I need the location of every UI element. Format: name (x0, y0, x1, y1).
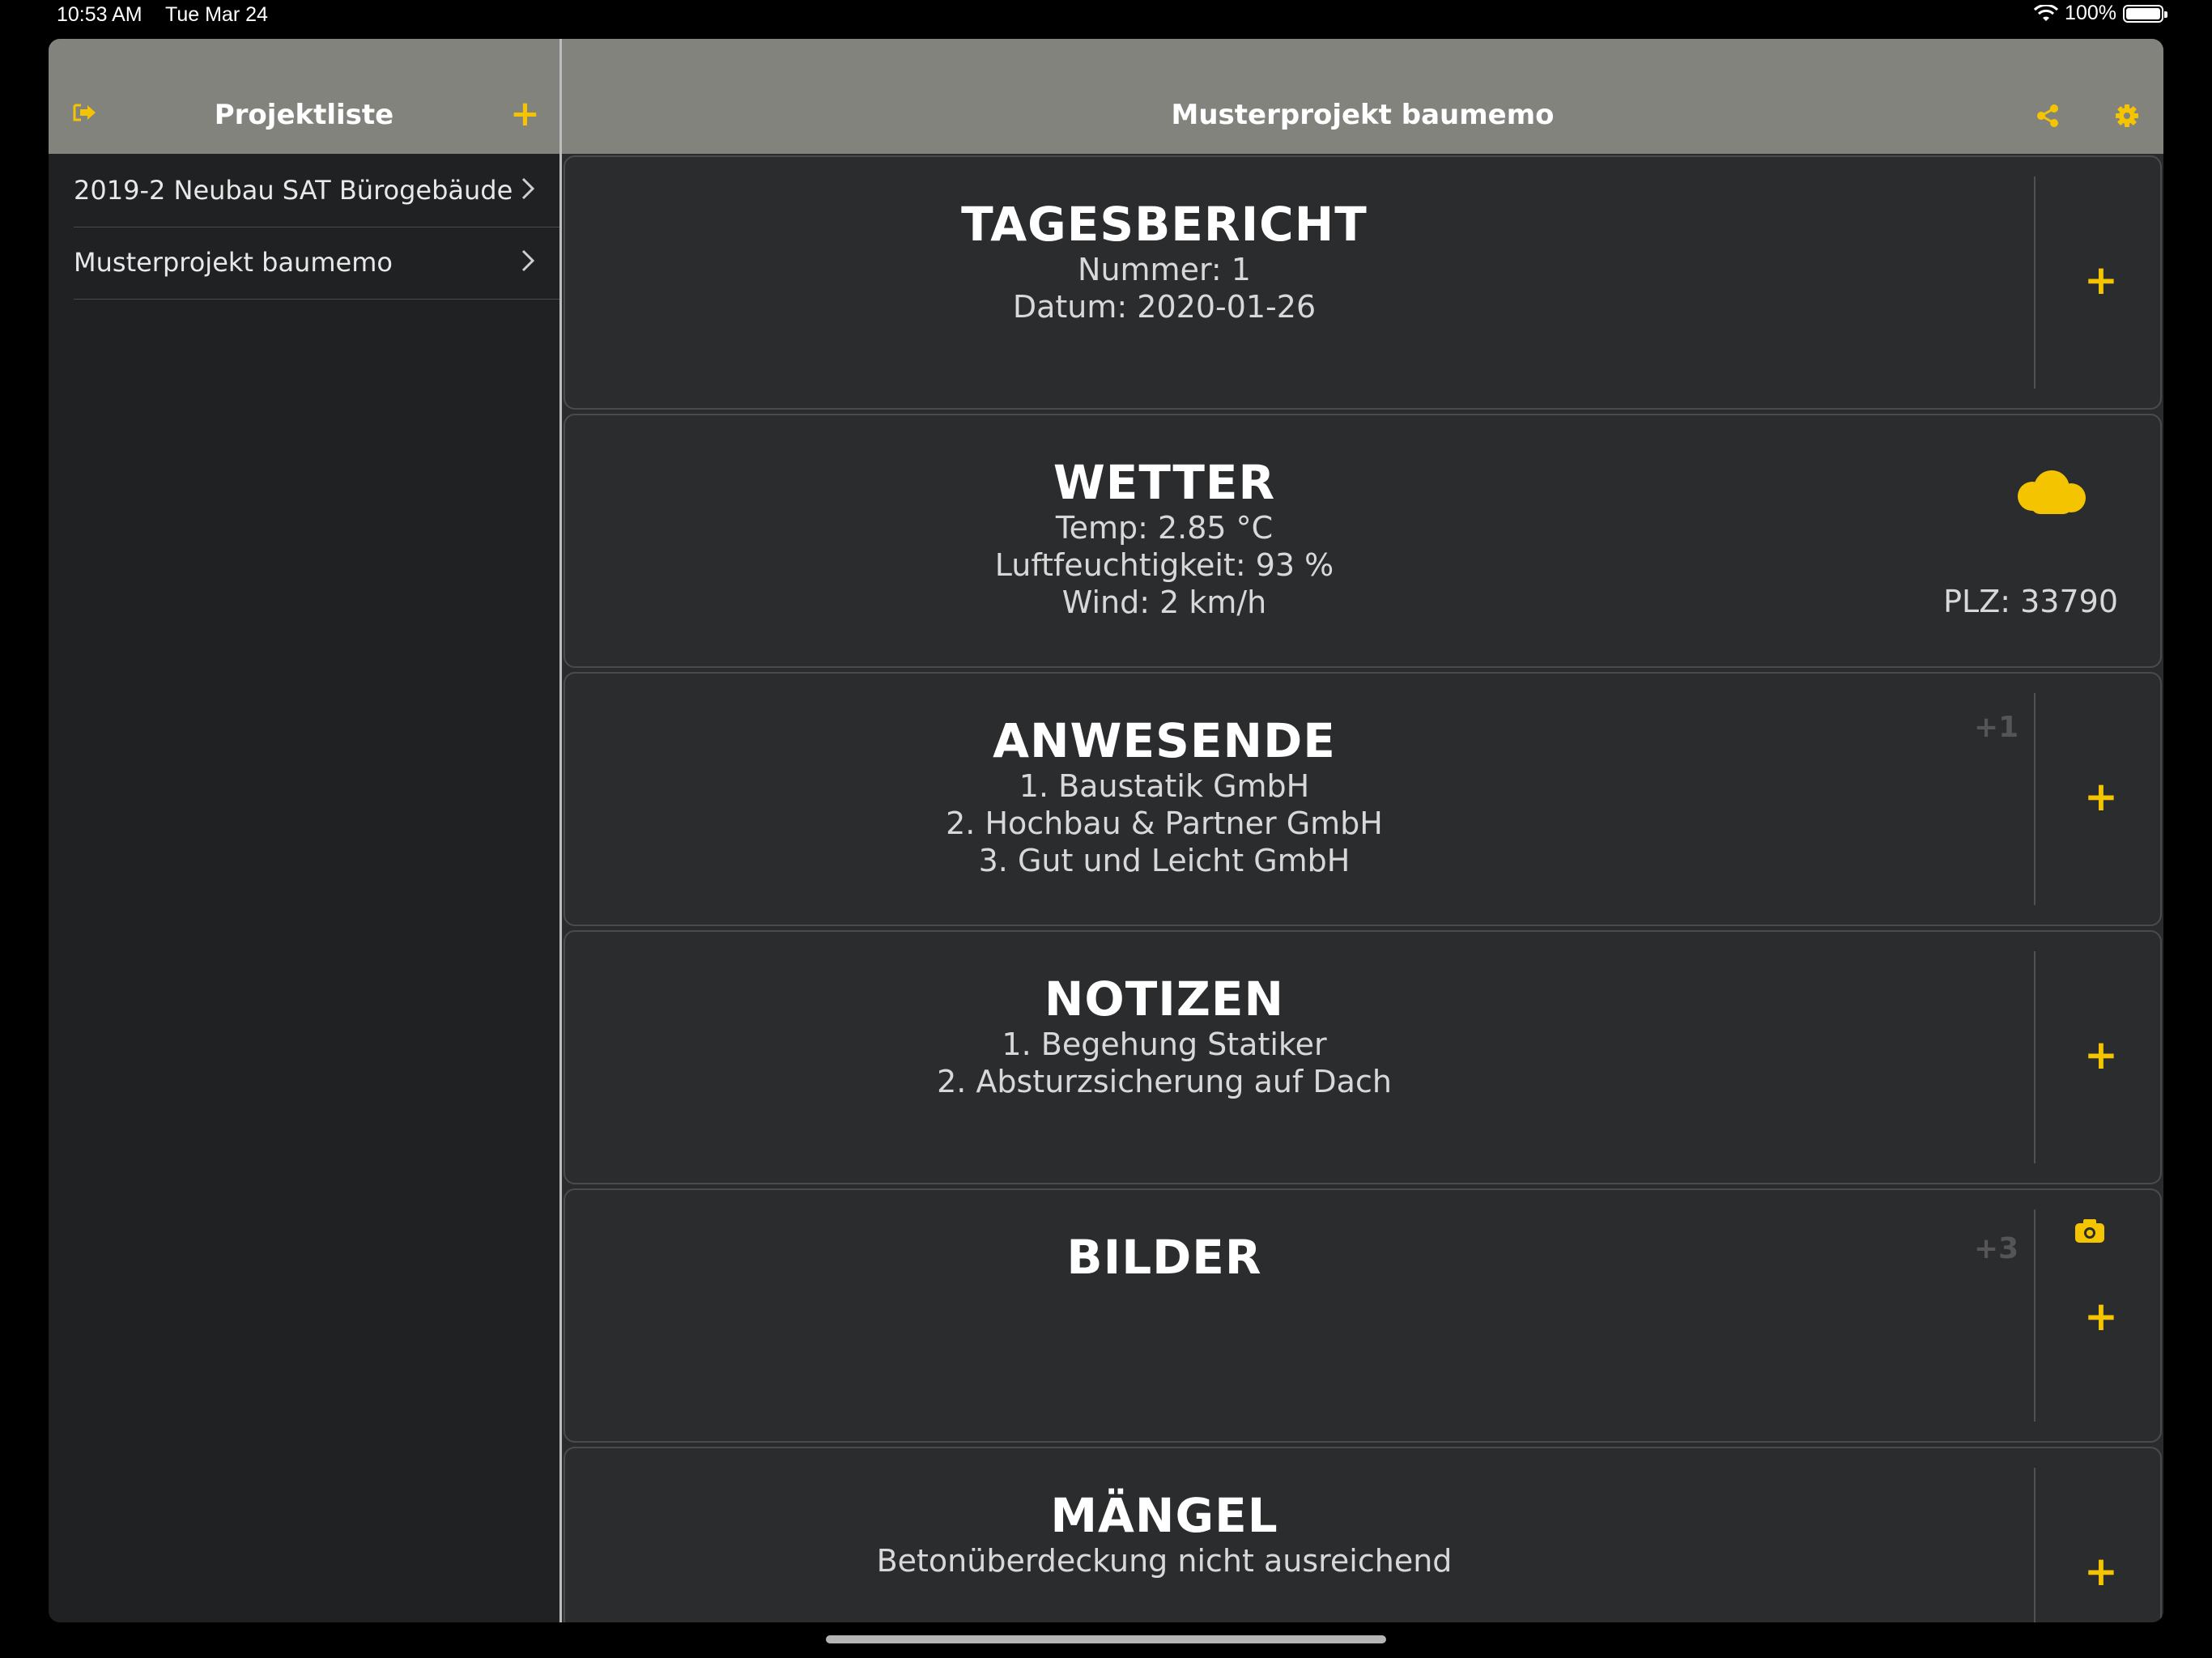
card-title: MÄNGEL (1050, 1488, 1278, 1543)
card-line: 2. Hochbau & Partner GmbH (946, 806, 1383, 841)
status-date: Tue Mar 24 (165, 3, 268, 26)
wifi-icon (2034, 4, 2059, 21)
add-anwesende-button[interactable]: + (2084, 776, 2118, 817)
card-title: WETTER (1053, 455, 1276, 510)
project-item[interactable]: Musterprojekt baumemo (74, 227, 559, 300)
card-separator (2034, 1209, 2035, 1422)
card-separator (2034, 693, 2035, 905)
add-tagesbericht-button[interactable]: + (2084, 260, 2118, 300)
plz-label: PLZ: 33790 (1943, 584, 2118, 619)
card-separator (2034, 951, 2035, 1163)
card-line: Datum: 2020-01-26 (1012, 289, 1317, 325)
card-line: 3. Gut und Leicht GmbH (978, 843, 1351, 878)
battery-percent: 100% (2065, 2, 2116, 24)
add-notizen-button[interactable]: + (2084, 1035, 2118, 1075)
card-title: ANWESENDE (993, 713, 1336, 768)
bilder-count-badge: +3 (1974, 1232, 2019, 1265)
main-panel: Musterprojekt baumemo TAGESBERICHT Numme… (562, 39, 2163, 1622)
project-item[interactable]: 2019-2 Neubau SAT Bürogebäude (74, 155, 559, 227)
gear-icon[interactable] (2115, 104, 2139, 128)
card-anwesende[interactable]: ANWESENDE 1. Baustatik GmbH 2. Hochbau &… (564, 672, 2162, 926)
status-time: 10:53 AM (57, 3, 143, 26)
card-line: 1. Begehung Statiker (1002, 1027, 1327, 1062)
sidebar-title: Projektliste (214, 99, 394, 131)
card-line: Betonüberdeckung nicht ausreichend (876, 1543, 1453, 1579)
card-title: BILDER (1066, 1230, 1262, 1285)
card-title: NOTIZEN (1044, 971, 1285, 1027)
card-title: TAGESBERICHT (961, 197, 1368, 252)
card-line: 1. Baustatik GmbH (1019, 768, 1310, 804)
card-bilder[interactable]: BILDER +3 + (564, 1188, 2162, 1443)
card-notizen[interactable]: NOTIZEN 1. Begehung Statiker 2. Absturzs… (564, 930, 2162, 1184)
page-title: Musterprojekt baumemo (1171, 99, 1555, 131)
card-line: Wind: 2 km/h (1061, 585, 1267, 620)
add-bilder-button[interactable]: + (2084, 1296, 2118, 1337)
add-maengel-button[interactable]: + (2084, 1551, 2118, 1592)
home-indicator[interactable] (826, 1635, 1386, 1643)
moon-cloud-icon (2004, 438, 2086, 514)
card-separator (2034, 1468, 2035, 1622)
project-item-label: 2019-2 Neubau SAT Bürogebäude (74, 175, 513, 206)
card-separator (2034, 176, 2035, 389)
status-right: 100% (2034, 2, 2167, 25)
card-maengel[interactable]: MÄNGEL Betonüberdeckung nicht ausreichen… (564, 1447, 2162, 1622)
chevron-right-icon (521, 177, 535, 200)
card-tagesbericht[interactable]: TAGESBERICHT Nummer: 1 Datum: 2020-01-26… (564, 155, 2162, 410)
add-project-button[interactable]: + (510, 96, 540, 132)
card-line: 2. Absturzsicherung auf Dach (937, 1064, 1392, 1099)
camera-icon[interactable] (2074, 1218, 2105, 1244)
anwesende-count-badge: +1 (1974, 711, 2019, 744)
card-line: Luftfeuchtigkeit: 93 % (994, 547, 1334, 583)
project-item-label: Musterprojekt baumemo (74, 247, 393, 278)
main-header: Musterprojekt baumemo (562, 39, 2163, 154)
battery-icon (2123, 4, 2167, 23)
card-wetter[interactable]: WETTER Temp: 2.85 °C Luftfeuchtigkeit: 9… (564, 414, 2162, 668)
status-bar: 10:53 AM Tue Mar 24 100% (0, 0, 2212, 36)
share-icon[interactable] (2035, 104, 2060, 128)
sidebar-header: Projektliste + (49, 39, 559, 154)
card-line: Temp: 2.85 °C (1055, 510, 1274, 546)
chevron-right-icon (521, 249, 535, 272)
app-window: Projektliste + 2019-2 Neubau SAT Bürogeb… (49, 39, 2163, 1622)
card-line: Nummer: 1 (1078, 252, 1251, 287)
sidebar: Projektliste + 2019-2 Neubau SAT Bürogeb… (49, 39, 559, 1622)
